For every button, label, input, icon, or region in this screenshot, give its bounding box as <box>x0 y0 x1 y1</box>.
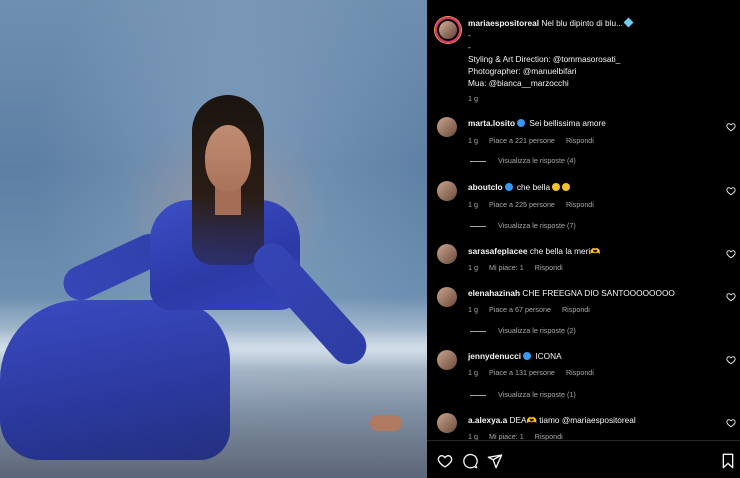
reply-button[interactable]: Rispondi <box>562 305 590 314</box>
caption-styling: Styling & Art Direction: @tommasorosati_ <box>468 54 621 64</box>
commenter-username[interactable]: a.alexya.a <box>468 415 507 425</box>
view-replies-label: Visualizza le risposte (4) <box>498 156 576 165</box>
commenter-avatar[interactable] <box>437 181 457 201</box>
heart-icon[interactable] <box>437 453 453 469</box>
caption-photographer: Photographer: @manuelbifari <box>468 66 577 76</box>
comment-likes[interactable]: Mi piace: 1 <box>489 263 524 272</box>
diamond-emoji-icon <box>623 17 634 28</box>
caption-dash-2: - <box>468 42 471 52</box>
commenter-avatar[interactable] <box>437 117 457 137</box>
commenter-avatar[interactable] <box>437 244 457 264</box>
comment-line: aboutclo che bella <box>468 182 571 193</box>
comment-line: jennydenucci ICONA <box>468 351 562 362</box>
post-photo[interactable] <box>0 0 427 478</box>
photo-face <box>205 125 251 191</box>
comment-line: marta.losito Sei bellissima amore <box>468 118 606 129</box>
heart-icon[interactable] <box>726 355 736 365</box>
heart-icon[interactable] <box>726 186 736 196</box>
comment-text: CHE FREEGNA DIO SANTOOOOOOOO <box>522 288 675 298</box>
comment-line: elenahazinah CHE FREEGNA DIO SANTOOOOOOO… <box>468 288 675 299</box>
comment-text: che bella <box>516 182 551 192</box>
comment-line: sarasafeplacee che bella la meri🫶 <box>468 246 601 257</box>
comment-time: 1 g <box>468 200 478 209</box>
author-username[interactable]: mariaespositoreal <box>468 18 539 28</box>
share-icon[interactable] <box>487 453 503 469</box>
commenter-username[interactable]: aboutclo <box>468 182 503 192</box>
comment-text: Sei bellissima amore <box>529 118 606 128</box>
post-caption: mariaespositoreal Nel blu dipinto di blu… <box>427 0 740 112</box>
verified-badge-icon <box>504 183 513 191</box>
commenter-username[interactable]: jennydenucci <box>468 351 521 361</box>
verified-badge-icon <box>523 352 532 360</box>
replies-divider <box>470 160 486 162</box>
caption-first-line: mariaespositoreal Nel blu dipinto di blu… <box>468 17 634 29</box>
caption-time: 1 g <box>468 94 478 103</box>
reply-button[interactable]: Rispondi <box>566 136 594 145</box>
comment-likes[interactable]: Piace a 221 persone <box>489 136 555 145</box>
smile-emoji-icon <box>562 183 571 191</box>
comment-meta: 1 g Mi piace: 1 Rispondi <box>468 263 572 272</box>
comment-text: che bella la meri🫶 <box>529 246 601 256</box>
comments-panel: mariaespositoreal Nel blu dipinto di blu… <box>427 0 740 478</box>
comment-icon[interactable] <box>462 453 478 469</box>
replies-divider <box>470 330 486 332</box>
replies-divider <box>470 394 486 396</box>
caption-dash-1: - <box>468 30 471 40</box>
heart-icon[interactable] <box>726 249 736 259</box>
heart-icon[interactable] <box>726 292 736 302</box>
photo-hand <box>370 415 402 431</box>
comment-likes[interactable]: Piace a 67 persone <box>489 305 551 314</box>
comment-meta: 1 g Piace a 131 persone Rispondi <box>468 368 603 377</box>
view-replies-button[interactable]: Visualizza le risposte (4) <box>470 156 576 165</box>
comment-time: 1 g <box>468 263 478 272</box>
smile-emoji-icon <box>552 183 561 191</box>
comment-time: 1 g <box>468 136 478 145</box>
heart-icon[interactable] <box>726 418 736 428</box>
photo-dress-skirt <box>0 300 230 460</box>
commenter-username[interactable]: marta.losito <box>468 118 515 128</box>
commenter-avatar[interactable] <box>437 413 457 433</box>
caption-text: Nel blu dipinto di blu... <box>541 18 623 28</box>
commenter-username[interactable]: elenahazinah <box>468 288 520 298</box>
commenter-username[interactable]: sarasafeplacee <box>468 246 528 256</box>
commenter-avatar[interactable] <box>437 287 457 307</box>
replies-divider <box>470 225 486 227</box>
comment-text: ICONA <box>535 351 562 361</box>
reply-button[interactable]: Rispondi <box>566 368 594 377</box>
comment-meta: 1 g Piace a 221 persone Rispondi <box>468 136 603 145</box>
comment-likes[interactable]: Piace a 131 persone <box>489 368 555 377</box>
bookmark-icon[interactable] <box>720 453 736 469</box>
verified-badge-icon <box>517 119 526 127</box>
view-replies-label: Visualizza le risposte (1) <box>498 390 576 399</box>
caption-mua: Mua: @bianca__marzocchi <box>468 78 569 88</box>
view-replies-button[interactable]: Visualizza le risposte (7) <box>470 221 576 230</box>
reply-button[interactable]: Rispondi <box>535 263 563 272</box>
comment-time: 1 g <box>468 305 478 314</box>
comment-likes[interactable]: Piace a 225 persone <box>489 200 555 209</box>
comment-text: DEA🫶 tiamo @mariaespositoreal <box>509 415 636 425</box>
view-replies-label: Visualizza le risposte (7) <box>498 221 576 230</box>
commenter-avatar[interactable] <box>437 350 457 370</box>
reply-button[interactable]: Rispondi <box>566 200 594 209</box>
post-actions-bar <box>427 440 740 478</box>
comment-meta: 1 g Piace a 225 persone Rispondi <box>468 200 603 209</box>
view-replies-button[interactable]: Visualizza le risposte (1) <box>470 390 576 399</box>
view-replies-button[interactable]: Visualizza le risposte (2) <box>470 326 576 335</box>
view-replies-label: Visualizza le risposte (2) <box>498 326 576 335</box>
heart-icon[interactable] <box>726 122 736 132</box>
author-avatar[interactable] <box>435 17 461 43</box>
comment-line: a.alexya.a DEA🫶 tiamo @mariaespositoreal <box>468 415 636 426</box>
comment-time: 1 g <box>468 368 478 377</box>
comment-meta: 1 g Piace a 67 persone Rispondi <box>468 305 599 314</box>
